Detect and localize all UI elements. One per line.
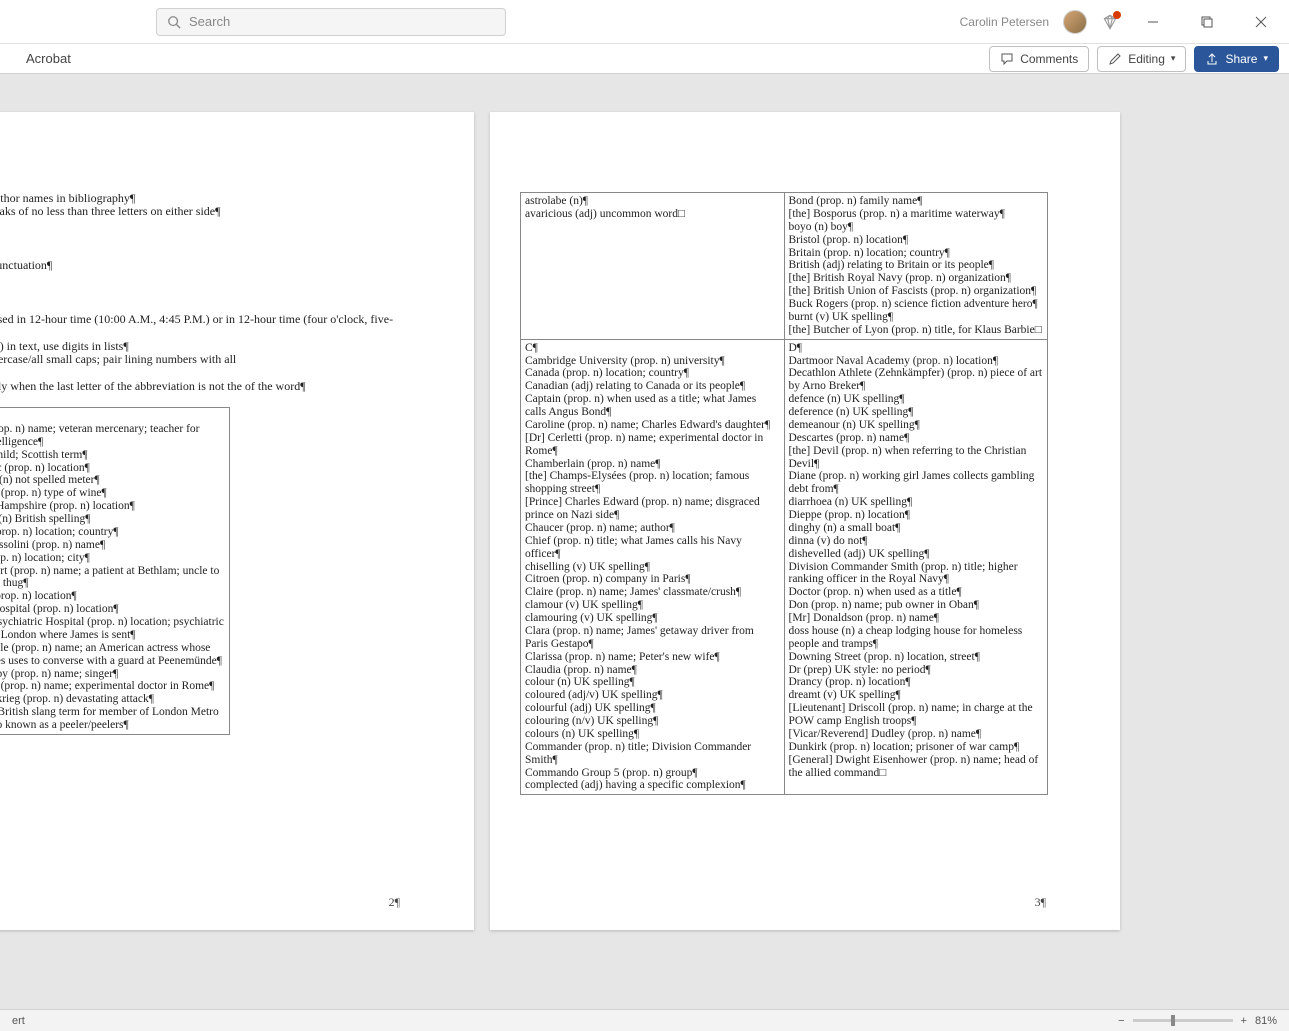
- status-bar: ert − + 81%: [0, 1009, 1289, 1031]
- zoom-out-button[interactable]: −: [1118, 1015, 1124, 1027]
- avatar[interactable]: [1063, 10, 1087, 34]
- status-left: ert: [12, 1015, 25, 1027]
- editing-label: Editing: [1128, 52, 1165, 66]
- page-number: 3¶: [1035, 895, 1046, 910]
- titlebar-right: Carolin Petersen: [960, 8, 1281, 36]
- zoom-level: 81%: [1255, 1015, 1277, 1027]
- notification-dot: [1113, 11, 1121, 19]
- editing-button[interactable]: Editing ▾: [1097, 46, 1186, 72]
- page-3: astrolabe (n)¶avaricious (adj) uncommon …: [490, 112, 1120, 930]
- dictionary-table-page2: rcase, with periods; British style¶ Asyl…: [0, 407, 230, 735]
- comments-label: Comments: [1020, 52, 1078, 66]
- username: Carolin Petersen: [960, 15, 1049, 29]
- comment-icon: [1000, 52, 1014, 66]
- search-placeholder: Search: [189, 14, 230, 29]
- comments-button[interactable]: Comments: [989, 46, 1089, 72]
- share-label: Share: [1225, 52, 1257, 66]
- tab-acrobat[interactable]: Acrobat: [26, 51, 71, 66]
- page-number: 2¶: [389, 895, 400, 910]
- search-icon: [167, 15, 181, 29]
- dictionary-table-page3: astrolabe (n)¶avaricious (adj) uncommon …: [520, 192, 1048, 795]
- diamond-icon[interactable]: [1101, 13, 1119, 31]
- chevron-down-icon: ▾: [1171, 53, 1176, 64]
- share-button[interactable]: Share ▾: [1194, 46, 1279, 72]
- zoom-slider[interactable]: [1133, 1019, 1233, 1022]
- chevron-down-icon: ▾: [1263, 53, 1268, 64]
- titlebar: Search Carolin Petersen: [0, 0, 1289, 44]
- pencil-icon: [1108, 52, 1122, 66]
- ribbon-tabs: Acrobat: [10, 51, 71, 66]
- maximize-button[interactable]: [1187, 8, 1227, 36]
- close-button[interactable]: [1241, 8, 1281, 36]
- zoom-in-button[interactable]: +: [1241, 1015, 1247, 1027]
- minimize-button[interactable]: [1133, 8, 1173, 36]
- search-input[interactable]: Search: [156, 8, 506, 36]
- page-2: spaced 3-em dashes for repeated author n…: [0, 112, 474, 930]
- share-icon: [1205, 52, 1219, 66]
- document-area[interactable]: spaced 3-em dashes for repeated author n…: [0, 74, 1289, 1009]
- ribbon: Acrobat Comments Editing ▾ Share ▾: [0, 44, 1289, 74]
